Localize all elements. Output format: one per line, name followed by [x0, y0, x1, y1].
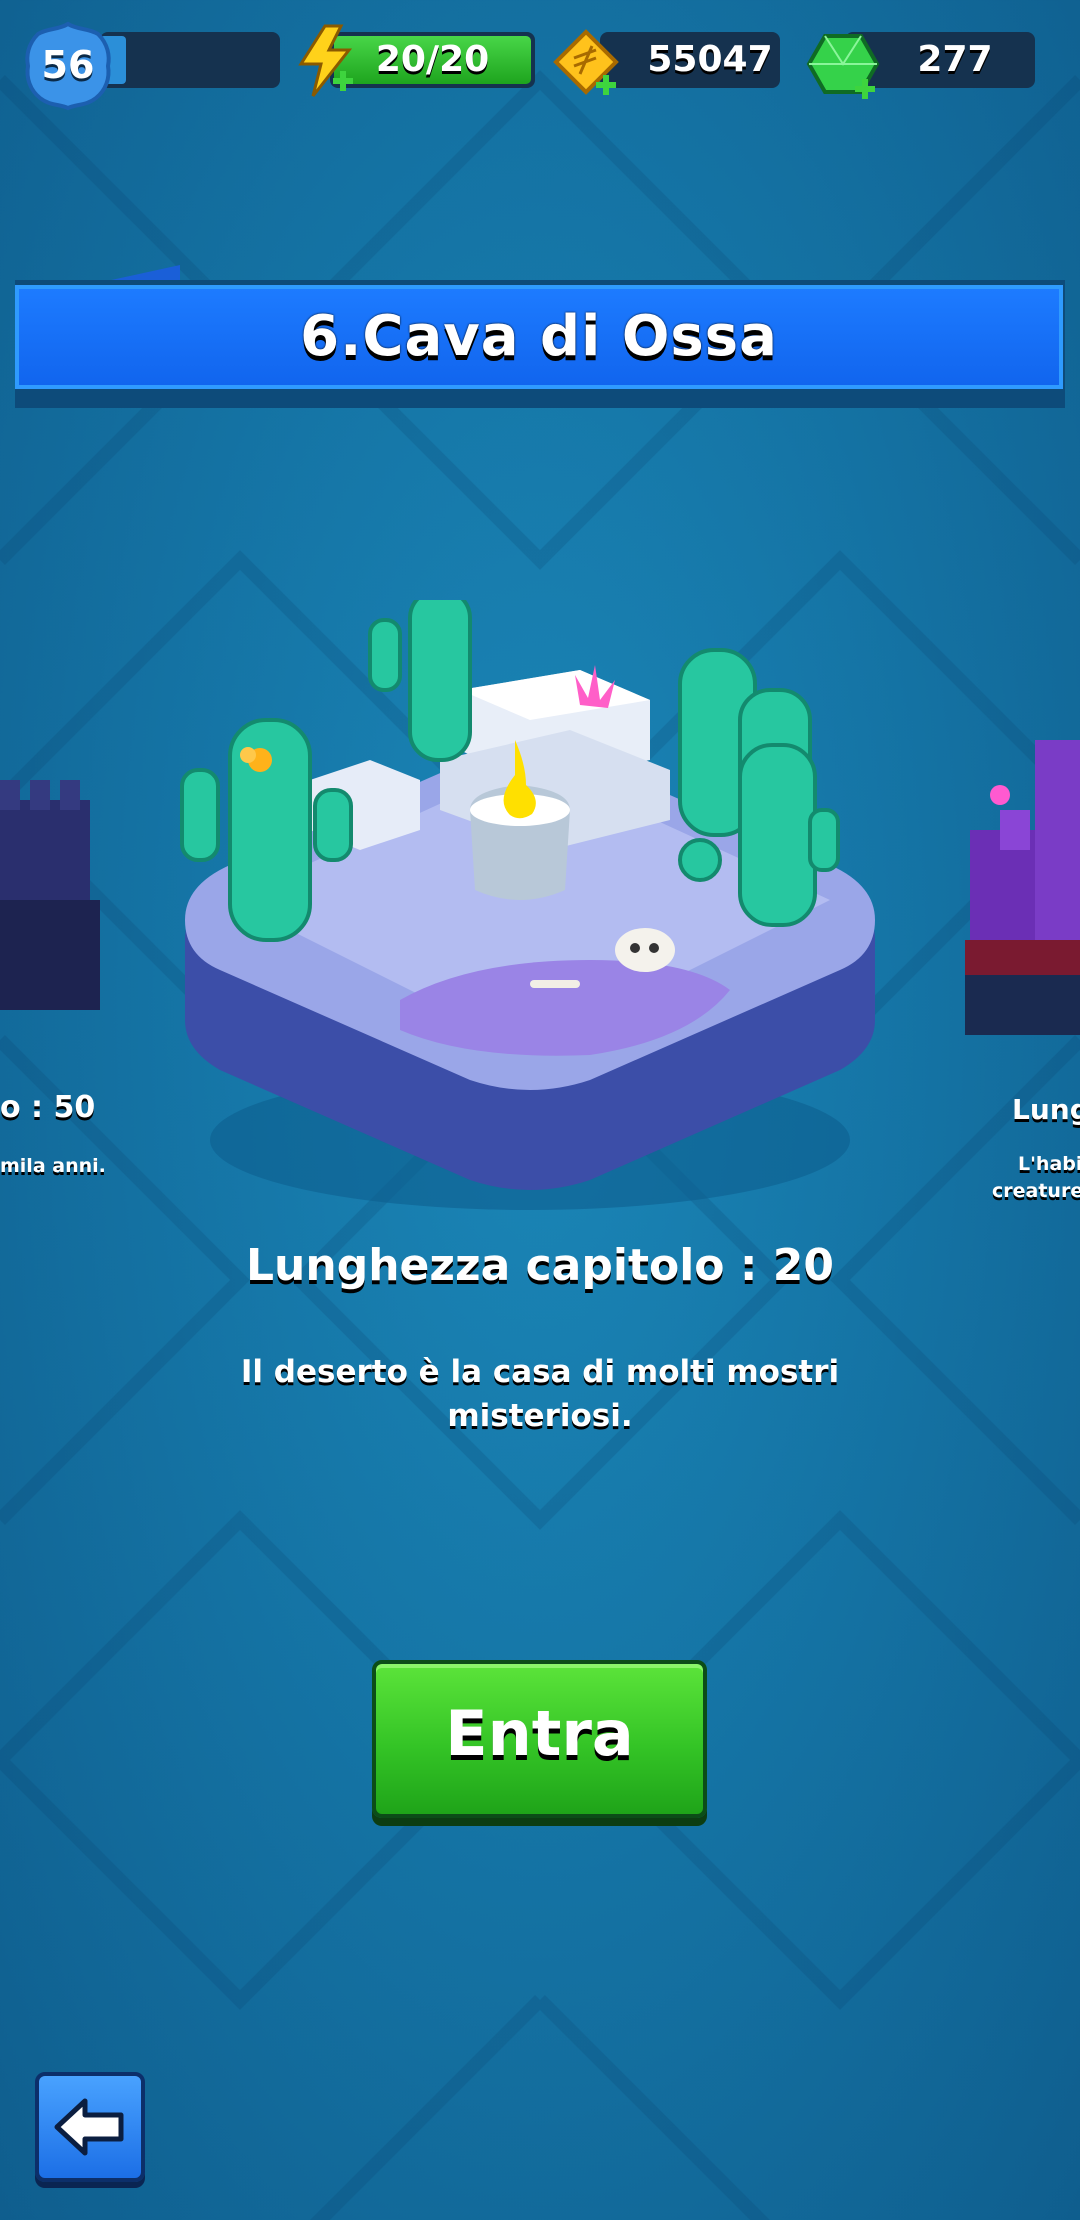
xp-progress-bar	[100, 32, 280, 88]
energy-bar[interactable]: 20/20	[330, 32, 535, 88]
next-stage-description-line2: creature c	[992, 1180, 1080, 1202]
energy-lightning-icon	[298, 24, 353, 97]
stage-description: Il deserto è la casa di molti mostri mis…	[240, 1354, 840, 1434]
gem-value: 277	[917, 39, 993, 80]
player-level: 56	[41, 43, 95, 87]
level-badge[interactable]: 56	[22, 20, 114, 112]
gold-value: 55047	[647, 39, 773, 80]
stage-island-desert[interactable]	[170, 600, 890, 1220]
next-stage-length: Lungh	[1012, 1093, 1080, 1126]
chapter-length: Lunghezza capitolo : 20	[246, 1240, 834, 1291]
top-resource-bar: 56 20/20 55047 277	[0, 20, 1080, 111]
previous-stage-island[interactable]	[0, 780, 100, 1030]
previous-stage-length: o : 50	[0, 1090, 96, 1125]
gold-bar[interactable]: 55047	[600, 32, 780, 88]
energy-value: 20/20	[375, 39, 490, 80]
back-button[interactable]	[35, 2072, 145, 2182]
enter-button[interactable]: Entra	[372, 1660, 707, 1818]
next-stage-description-line1: L'habit	[1018, 1153, 1080, 1175]
stage-title: 6.Cava di Ossa	[15, 285, 1063, 389]
gem-icon	[806, 34, 880, 99]
previous-stage-description: mila anni.	[0, 1155, 106, 1177]
back-arrow-icon	[54, 2098, 124, 2156]
next-stage-island[interactable]	[960, 720, 1080, 1050]
gold-coin-icon	[553, 29, 619, 95]
